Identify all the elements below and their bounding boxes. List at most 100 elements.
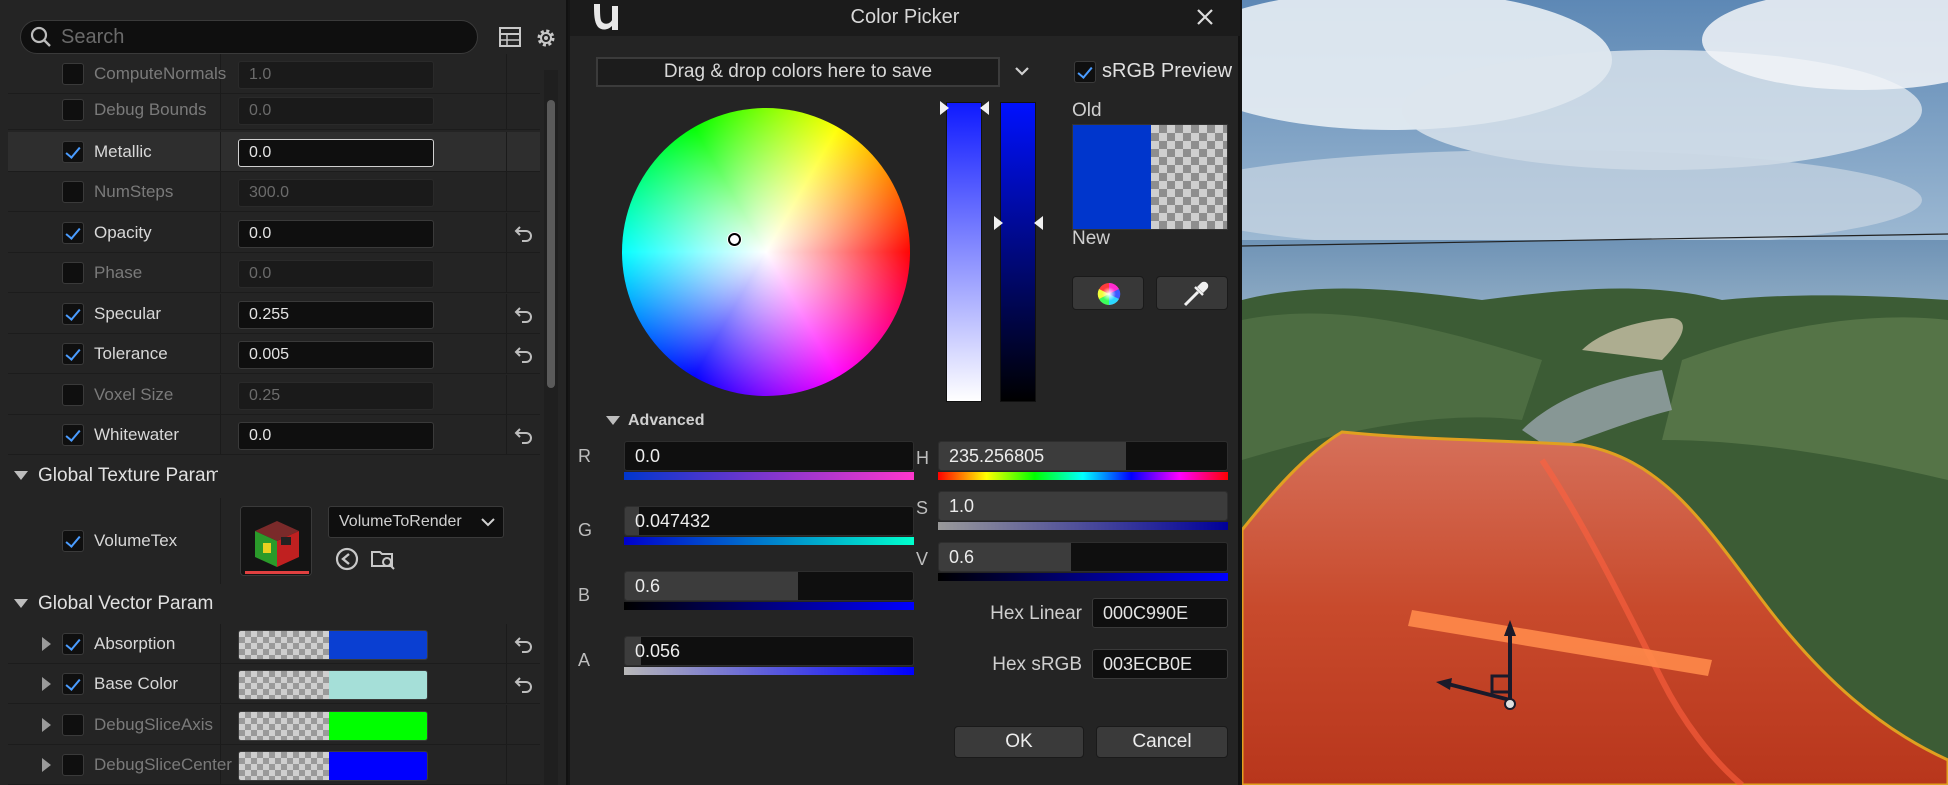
channel-label-b: B [578,585,591,605]
hex-srgb-input[interactable]: 003ECB0E [1092,649,1228,679]
color-swatch[interactable] [238,711,428,741]
expand-arrow-icon[interactable] [42,677,51,691]
channel-s-input[interactable]: 1.0 [938,491,1228,521]
param-value-field[interactable]: 0.0 [238,139,434,167]
param-value-field[interactable]: 0.0 [238,220,434,248]
channel-v-input[interactable]: 0.6 [938,542,1228,572]
param-value-field[interactable]: 1.0 [238,61,434,89]
slider-marker-icon[interactable] [1034,216,1043,230]
param-enable-checkbox[interactable] [62,754,84,776]
color-swatch[interactable] [238,630,428,660]
color-swatch[interactable] [238,670,428,700]
eyedropper-button[interactable] [1156,276,1228,310]
channel-b-input[interactable]: 0.6 [624,571,914,601]
reset-to-default-icon[interactable] [514,675,534,693]
param-enable-checkbox[interactable] [62,141,84,163]
param-value-field[interactable]: 0.0 [238,260,434,288]
slider-marker-icon[interactable] [994,216,1003,230]
chevron-down-icon[interactable] [1013,62,1031,80]
param-row-debugslicecenter: DebugSliceCenter [8,745,540,785]
channel-a-input[interactable]: 0.056 [624,636,914,666]
cancel-button[interactable]: Cancel [1096,726,1228,758]
title-bar[interactable]: Color Picker [570,0,1240,36]
hex-linear-input[interactable]: 000C990E [1092,598,1228,628]
reset-to-default-icon[interactable] [514,345,534,363]
channel-value: 0.6 [635,576,661,596]
color-preview-alpha [1151,125,1227,229]
slider-marker-icon[interactable] [980,101,989,115]
hex-linear-label: Hex Linear [990,603,1082,624]
srgb-preview-checkbox[interactable] [1074,61,1096,83]
channel-h-input[interactable]: 235.256805 [938,441,1228,471]
collapse-arrow-icon[interactable] [606,416,620,425]
channel-value: 0.0 [635,446,661,466]
search-input[interactable]: Search [20,20,478,54]
gear-icon[interactable] [534,26,558,50]
param-enable-checkbox[interactable] [62,63,84,85]
param-enable-checkbox[interactable] [62,673,84,695]
color-wheel-mode-button[interactable] [1072,276,1144,310]
channel-g-input[interactable]: 0.047432 [624,506,914,536]
use-selected-asset-icon[interactable] [334,546,360,572]
param-enable-checkbox[interactable] [62,633,84,655]
reset-to-default-icon[interactable] [514,426,534,444]
texture-asset-dropdown[interactable]: VolumeToRender [328,506,504,538]
color-save-drop-zone[interactable]: Drag & drop colors here to save [596,57,1000,87]
param-row-numsteps: NumSteps 300.0 [8,172,540,212]
advanced-section-label[interactable]: Advanced [628,412,704,430]
expand-arrow-icon[interactable] [42,637,51,651]
param-enable-checkbox[interactable] [62,343,84,365]
value-slider[interactable] [1000,102,1036,402]
channel-label-h: H [916,448,929,468]
volume-texture-icon [241,507,311,575]
param-enable-checkbox[interactable] [62,384,84,406]
scrollbar-thumb[interactable] [547,100,555,388]
param-enable-checkbox[interactable] [62,222,84,244]
param-enable-checkbox[interactable] [62,181,84,203]
color-preview-solid [1073,125,1151,229]
color-wheel[interactable] [622,108,910,396]
table-view-icon[interactable] [498,26,522,48]
channel-label-v: V [916,549,929,569]
param-name: Specular [94,304,162,323]
category-title: Global Texture Param [38,465,218,486]
channel-r-input[interactable]: 0.0 [624,441,914,471]
saturation-slider[interactable] [946,102,982,402]
ok-button[interactable]: OK [954,726,1084,758]
expand-arrow-icon[interactable] [42,718,51,732]
param-value-field[interactable]: 0.0 [238,422,434,450]
param-value-field[interactable]: 0.25 [238,382,434,410]
new-color-label: New [1072,228,1111,249]
expand-arrow-icon[interactable] [42,758,51,772]
param-value-field[interactable]: 0.005 [238,341,434,369]
level-viewport[interactable] [1242,0,1948,785]
param-row-base-color: Base Color [8,664,540,704]
reset-to-default-icon[interactable] [514,635,534,653]
category-global-texture-params[interactable]: Global Texture Param [0,456,540,496]
param-name: ComputeNormals [94,64,227,83]
details-panel: Search ComputeNormals 1.0 Debug Bounds 0… [0,0,568,785]
param-value-field[interactable]: 0.255 [238,301,434,329]
param-enable-checkbox[interactable] [62,99,84,121]
close-icon[interactable] [1194,6,1216,28]
param-enable-checkbox[interactable] [62,424,84,446]
param-enable-checkbox[interactable] [62,530,84,552]
texture-thumbnail[interactable] [240,506,312,576]
param-value-field[interactable]: 0.0 [238,97,434,125]
param-value-field[interactable]: 300.0 [238,179,434,207]
category-global-vector-params[interactable]: Global Vector Param [0,584,540,624]
slider-marker-icon[interactable] [940,101,949,115]
param-enable-checkbox[interactable] [62,262,84,284]
browse-asset-icon[interactable] [370,546,396,572]
param-enable-checkbox[interactable] [62,303,84,325]
param-enable-checkbox[interactable] [62,714,84,736]
param-row-specular: Specular 0.255 [8,294,540,334]
reset-to-default-icon[interactable] [514,224,534,242]
color-wheel-cursor[interactable] [728,233,741,246]
channel-g-gradient [624,537,914,545]
window-title: Color Picker [850,6,960,28]
reset-to-default-icon[interactable] [514,305,534,323]
color-swatch[interactable] [238,751,428,781]
hex-srgb-label: Hex sRGB [992,654,1082,675]
srgb-preview-label: sRGB Preview [1102,60,1233,82]
